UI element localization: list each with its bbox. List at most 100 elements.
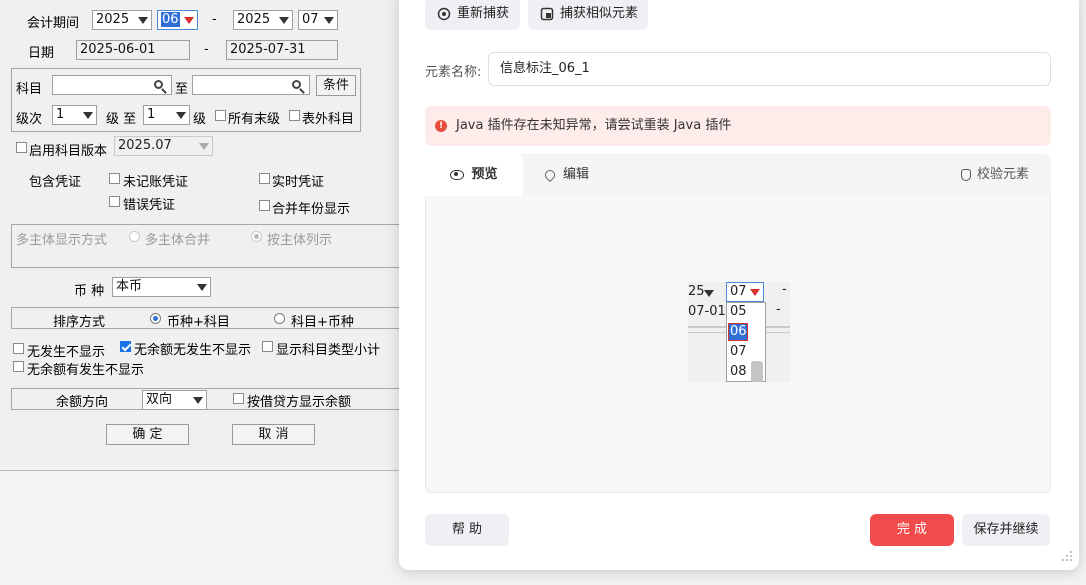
level-label: 级次 [16,112,43,127]
cancel-button[interactable]: 取 消 [232,424,315,445]
chevron-down-icon [197,284,207,291]
crop-option-highlighted: 06 [730,324,747,339]
chevron-down-icon [83,112,93,119]
date-to-field[interactable]: 2025-07-31 [226,40,338,60]
finish-button[interactable]: 完 成 [870,514,954,546]
subject-to-label: 至 [175,82,189,97]
alert-text: Java 插件存在未知异常，请尝试重装 Java 插件 [456,118,732,133]
date-label: 日期 [28,46,55,61]
multi-merge-label: 多主体合并 [145,233,211,248]
include-voucher-label: 包含凭证 [29,175,82,190]
period-from-month-select[interactable]: 06 [157,10,198,30]
period-from-year-select[interactable]: 2025 [92,10,152,30]
element-capture-panel: 重新捕获 捕获相似元素 元素名称: 信息标注_06_1 Java 插件存在未知异… [399,0,1079,570]
location-pin-icon [542,167,558,182]
chevron-down-icon [704,290,714,297]
period-to-year-select[interactable]: 2025 [233,10,293,30]
multi-merge-radio[interactable] [129,231,140,242]
enable-version-checkbox[interactable] [16,142,27,153]
chevron-down-icon [138,17,148,24]
chevron-down-icon [193,397,203,404]
java-plugin-alert: Java 插件存在未知异常，请尝试重装 Java 插件 [425,106,1051,146]
chevron-down-icon [750,289,760,296]
crop-scrollbar-thumb [751,361,763,382]
crop-option: 05 [730,304,747,319]
level-suffix-label: 级 [193,112,207,127]
date-from-field[interactable]: 2025-06-01 [76,40,190,60]
crop-month-dropdown: 05 06 07 08 [726,302,766,382]
search-icon[interactable] [292,80,301,89]
error-voucher-checkbox[interactable] [109,196,120,207]
sort-currency-subject-radio[interactable] [150,313,161,324]
realtime-checkbox[interactable] [259,173,270,184]
date-dash: - [204,42,209,57]
all-leaf-checkbox[interactable] [215,110,226,121]
subject-label: 科目 [16,82,43,97]
crop-dash: - [782,282,787,297]
unposted-checkbox[interactable] [109,173,120,184]
error-voucher-label: 错误凭证 [123,198,176,213]
period-to-month-select[interactable]: 07 [298,10,338,30]
subject-to-input[interactable] [192,75,310,95]
error-icon [435,106,447,146]
crop-dash: - [776,302,781,317]
verify-element-button[interactable]: 校验元素 [961,154,1051,196]
level-to-select[interactable]: 1 [143,105,190,125]
tab-preview[interactable]: 预览 [425,154,523,196]
currency-label: 币 种 [74,284,105,299]
by-dc-checkbox[interactable] [233,393,244,404]
ok-button[interactable]: 确 定 [106,424,189,445]
no-balance-has-occur-label: 无余额有发生不显示 [27,363,145,378]
multi-column-radio[interactable] [251,231,262,242]
hand-pointer-icon [961,168,971,181]
balance-direction-label: 余额方向 [56,395,109,410]
no-balance-no-occur-checkbox[interactable] [120,341,131,352]
chevron-down-icon [279,17,289,24]
chevron-down-icon [176,112,186,119]
preview-area: 25 07 - 07-01 - 05 06 07 08 [425,196,1051,493]
balance-direction-select[interactable]: 双向 [142,390,207,410]
period-label: 会计期间 [27,16,80,31]
off-sheet-label: 表外科目 [302,112,355,127]
merge-year-checkbox[interactable] [259,200,270,211]
multi-entity-label: 多主体显示方式 [16,233,108,248]
condition-button[interactable]: 条件 [316,75,356,96]
sort-subject-currency-radio[interactable] [274,313,285,324]
preview-tabs: 预览 编辑 校验元素 [425,154,1051,196]
sort-currency-subject-label: 币种+科目 [167,315,230,330]
resize-grip-icon[interactable] [1061,550,1073,562]
all-leaf-label: 所有末级 [228,112,281,127]
tab-edit[interactable]: 编辑 [542,154,625,196]
merge-year-label: 合并年份显示 [272,202,351,217]
multi-column-label: 按主体列示 [267,233,333,248]
crop-year-fragment: 25 [688,284,705,299]
show-type-subtotal-label: 显示科目类型小计 [276,343,381,358]
help-button[interactable]: 帮 助 [425,514,509,546]
query-conditions-dialog: 会计期间 2025 06 - 2025 07 日期 2025-06-01 - 2… [0,0,401,471]
capture-similar-icon [540,7,554,20]
search-icon[interactable] [154,80,163,89]
crop-date-fragment: 07-01 [688,304,726,319]
level-from-select[interactable]: 1 [52,105,97,125]
recapture-button[interactable]: 重新捕获 [425,0,520,30]
eye-icon [450,169,465,180]
element-name-label: 元素名称: [425,65,482,80]
realtime-label: 实时凭证 [272,175,325,190]
version-select[interactable]: 2025.07 [114,136,213,156]
no-occur-label: 无发生不显示 [27,345,106,360]
element-name-input[interactable]: 信息标注_06_1 [488,52,1051,86]
no-balance-has-occur-checkbox[interactable] [13,361,24,372]
show-type-subtotal-checkbox[interactable] [262,341,273,352]
off-sheet-checkbox[interactable] [289,110,300,121]
unposted-label: 未记账凭证 [123,175,189,190]
sort-label: 排序方式 [53,315,106,330]
no-occur-checkbox[interactable] [13,343,24,354]
save-and-continue-button[interactable]: 保存并继续 [962,514,1050,546]
recapture-icon [437,7,451,20]
capture-similar-button[interactable]: 捕获相似元素 [528,0,648,30]
level-mid-label: 级 至 [106,112,137,127]
period-dash: - [212,12,217,27]
captured-element-preview: 25 07 - 07-01 - 05 06 07 08 [688,282,790,382]
currency-select[interactable]: 本币 [112,277,211,297]
subject-from-input[interactable] [52,75,172,95]
